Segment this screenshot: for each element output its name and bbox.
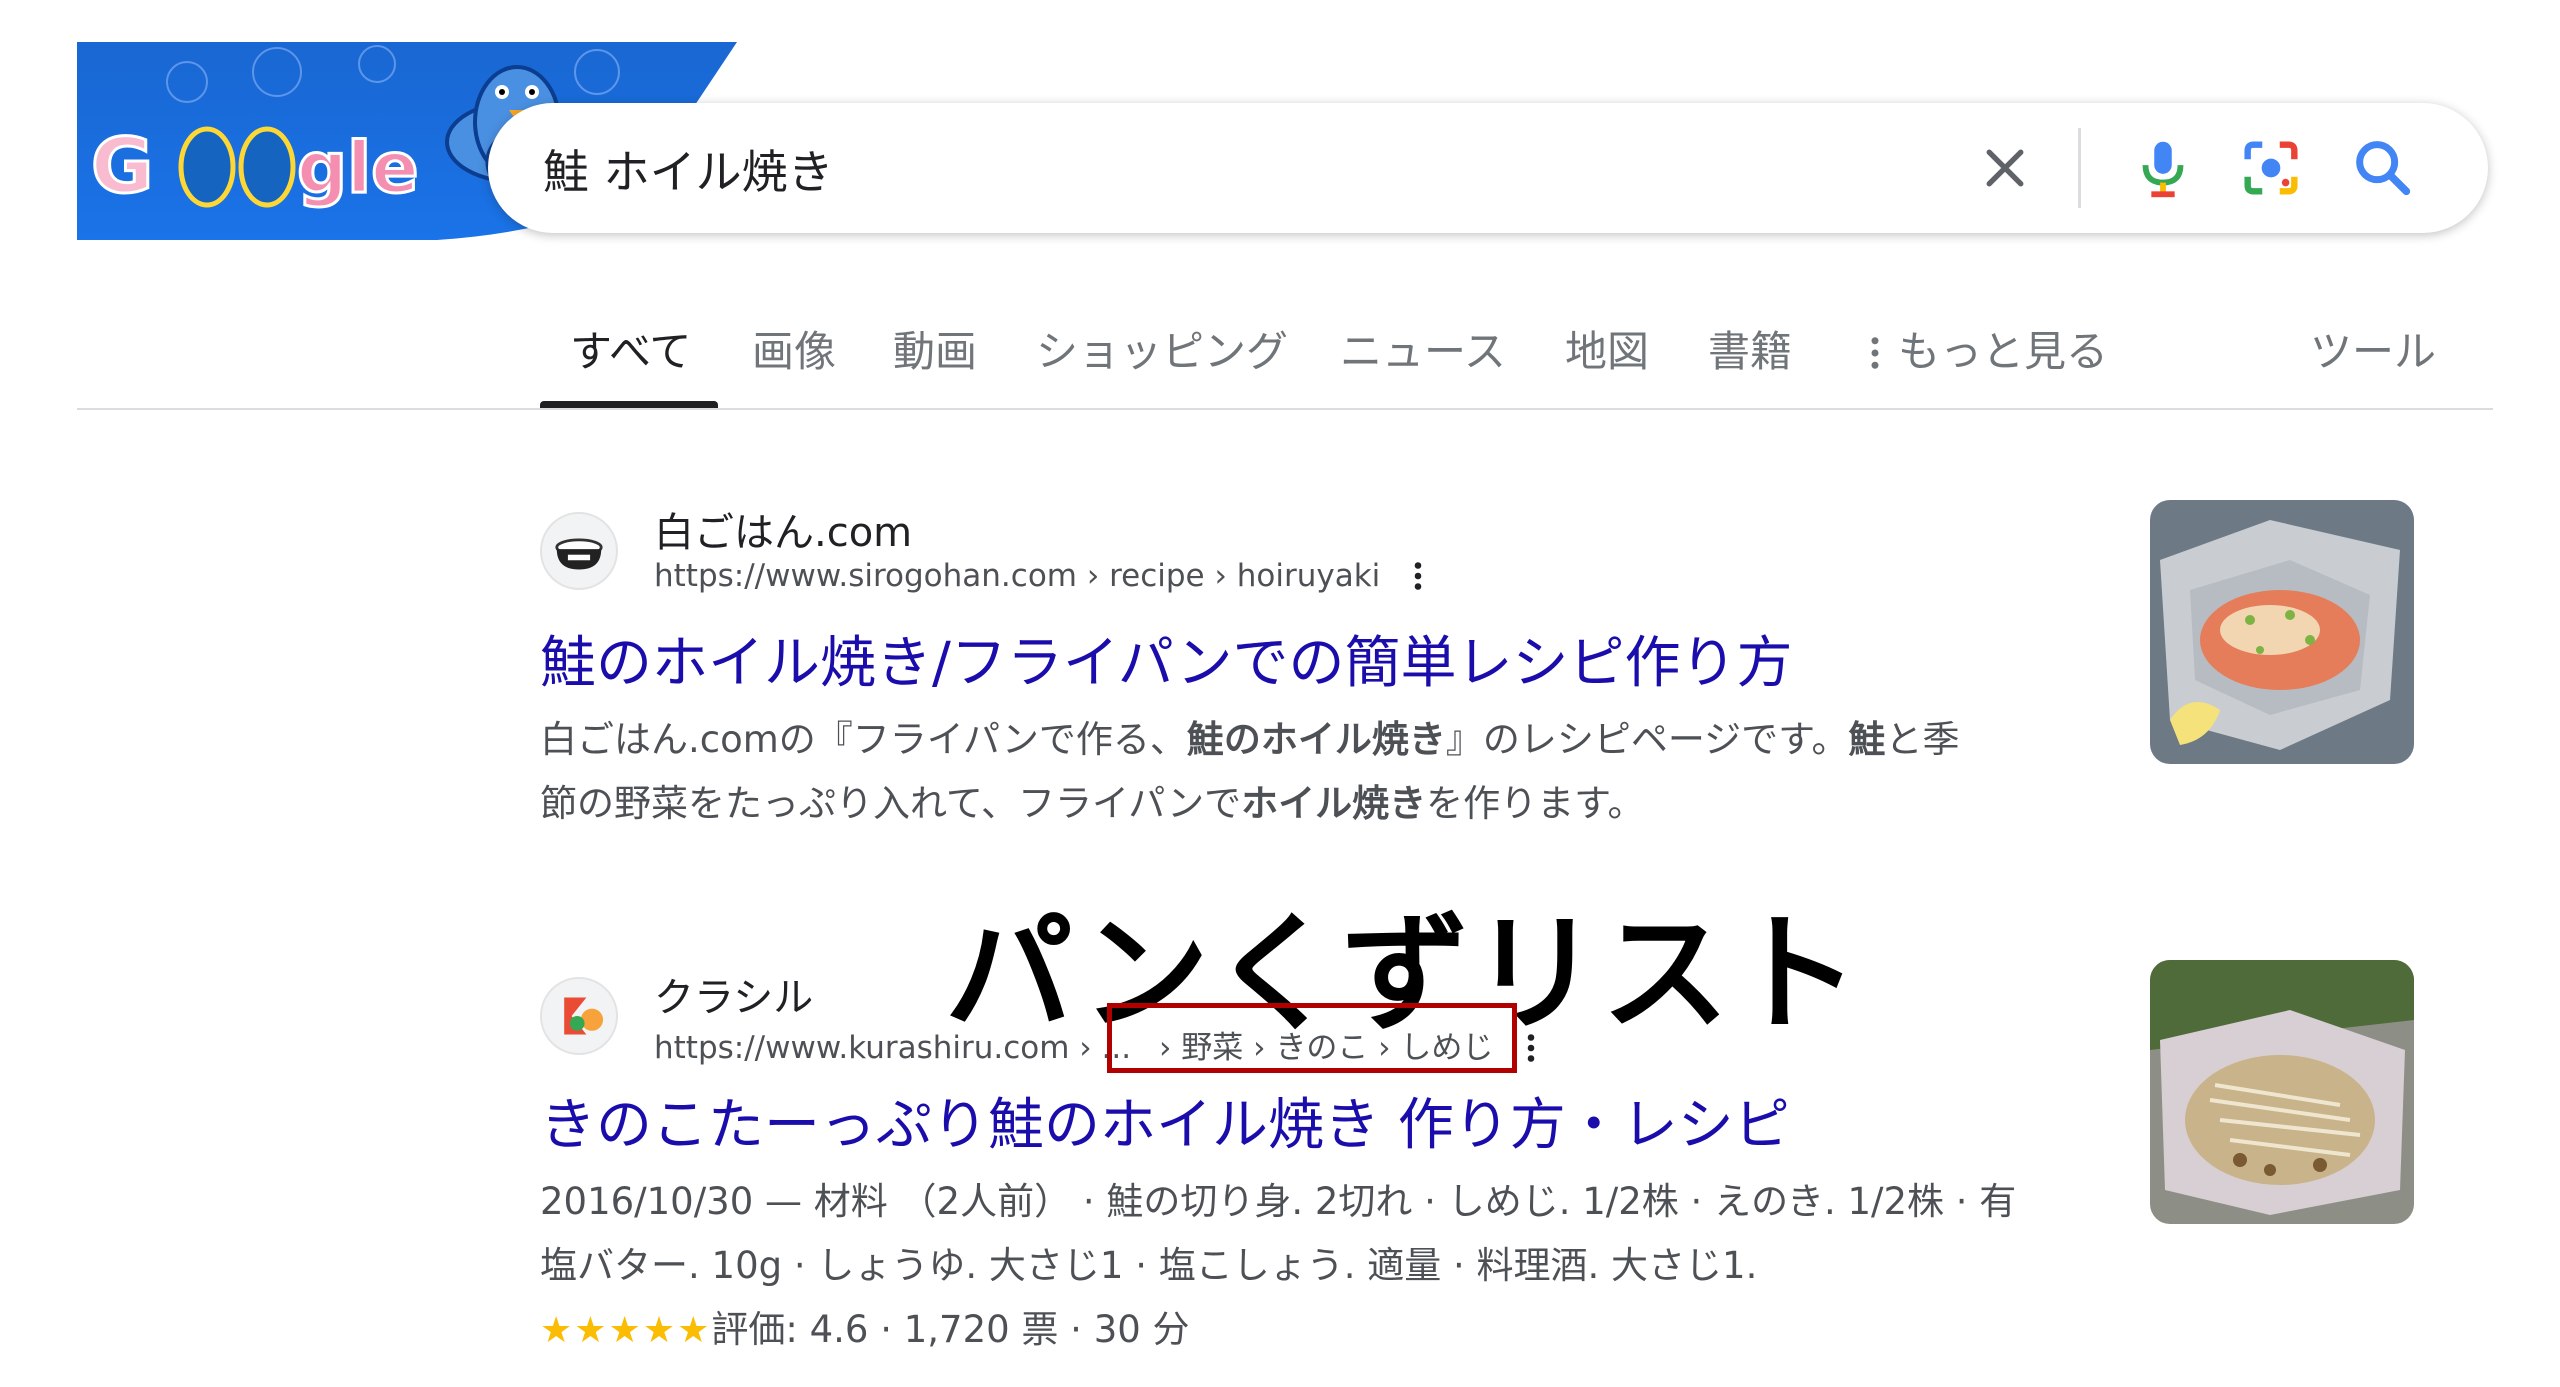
- site-favicon[interactable]: [540, 977, 618, 1055]
- tab-books[interactable]: 書籍: [1708, 318, 1792, 379]
- rice-bowl-icon: [555, 538, 603, 570]
- tools-button[interactable]: ツール: [2310, 318, 2436, 379]
- rating-stars-icon: ★★★★★: [540, 1310, 712, 1351]
- rating-text: 評価: 4.6 · 1,720 票 · 30 分: [711, 1308, 1190, 1351]
- more-options-icon[interactable]: [1412, 558, 1424, 594]
- tab-news[interactable]: ニュース: [1340, 318, 1506, 379]
- site-url[interactable]: https://www.sirogohan.com › recipe › hoi…: [654, 558, 1424, 594]
- site-url-host: https://www.kurashiru.com › ...: [654, 1030, 1132, 1066]
- search-box-divider: [2078, 128, 2081, 208]
- tab-more-label: もっと見る: [1898, 327, 2109, 376]
- site-url-text: https://www.sirogohan.com › recipe › hoi…: [654, 558, 1381, 594]
- tab-all[interactable]: すべて: [570, 318, 691, 379]
- rating-row: ★★★★★評価: 4.6 · 1,720 票 · 30 分: [540, 1298, 2100, 1363]
- more-options-icon[interactable]: [1525, 1030, 1537, 1066]
- result-title-link[interactable]: きのこたーっぷり鮭のホイル焼き 作り方・レシピ: [540, 1080, 1790, 1161]
- svg-text:gle: gle: [297, 127, 419, 209]
- result-thumbnail[interactable]: [2150, 960, 2414, 1224]
- site-name[interactable]: 白ごはん.com: [654, 500, 912, 558]
- close-icon[interactable]: [1978, 141, 2032, 195]
- salmon-foil-image: [2150, 500, 2414, 764]
- result-title-link[interactable]: 鮭のホイル焼き/フライパンでの簡単レシピ作り方: [540, 618, 1793, 699]
- more-vert-icon: [1871, 337, 1879, 369]
- tab-images[interactable]: 画像: [752, 318, 836, 379]
- tabs-divider: [77, 408, 2493, 410]
- search-input[interactable]: 鮭 ホイル焼き: [543, 136, 834, 202]
- tab-shopping[interactable]: ショッピング: [1036, 318, 1288, 379]
- tab-videos[interactable]: 動画: [893, 318, 977, 379]
- breadcrumb-highlight-box: [1107, 1003, 1517, 1073]
- site-name[interactable]: クラシル: [654, 965, 813, 1023]
- snippet-line: 2016/10/30 — 材料 （2人前） · 鮭の切り身. 2切れ · しめじ…: [540, 1180, 2017, 1223]
- search-results-page: G gle 鮭 ホイル焼き すべて 画像 動画 ショッピング ニュース 地図 書…: [0, 0, 2560, 1387]
- svg-text:G: G: [91, 121, 153, 210]
- search-icon[interactable]: [2348, 133, 2418, 203]
- microphone-icon[interactable]: [2128, 133, 2198, 203]
- snippet-line: 白ごはん.comの『フライパンで作る、鮭のホイル焼き』のレシピページです。鮭と季: [540, 718, 1960, 761]
- result-thumbnail[interactable]: [2150, 500, 2414, 764]
- snippet-line: 節の野菜をたっぷり入れて、フライパンでホイル焼きを作ります。: [540, 782, 1645, 825]
- result-snippet: 2016/10/30 — 材料 （2人前） · 鮭の切り身. 2切れ · しめじ…: [540, 1170, 2100, 1363]
- search-tabs: すべて 画像 動画 ショッピング ニュース 地図 書籍 もっと見る ツール: [0, 318, 2560, 410]
- tab-more[interactable]: もっと見る: [1868, 318, 2108, 379]
- kurashiru-logo-icon: [564, 997, 604, 1035]
- search-result: 白ごはん.com https://www.sirogohan.com › rec…: [540, 500, 2100, 840]
- tab-maps[interactable]: 地図: [1565, 318, 1649, 379]
- snippet-line: 塩バター. 10g · しょうゆ. 大さじ1 · 塩こしょう. 適量 · 料理酒…: [540, 1244, 1758, 1287]
- search-box[interactable]: 鮭 ホイル焼き: [488, 103, 2488, 233]
- site-favicon[interactable]: [540, 512, 618, 590]
- google-lens-icon[interactable]: [2236, 133, 2306, 203]
- salmon-foil-image: [2150, 960, 2414, 1224]
- result-snippet: 白ごはん.comの『フライパンで作る、鮭のホイル焼き』のレシピページです。鮭と季…: [540, 708, 2100, 836]
